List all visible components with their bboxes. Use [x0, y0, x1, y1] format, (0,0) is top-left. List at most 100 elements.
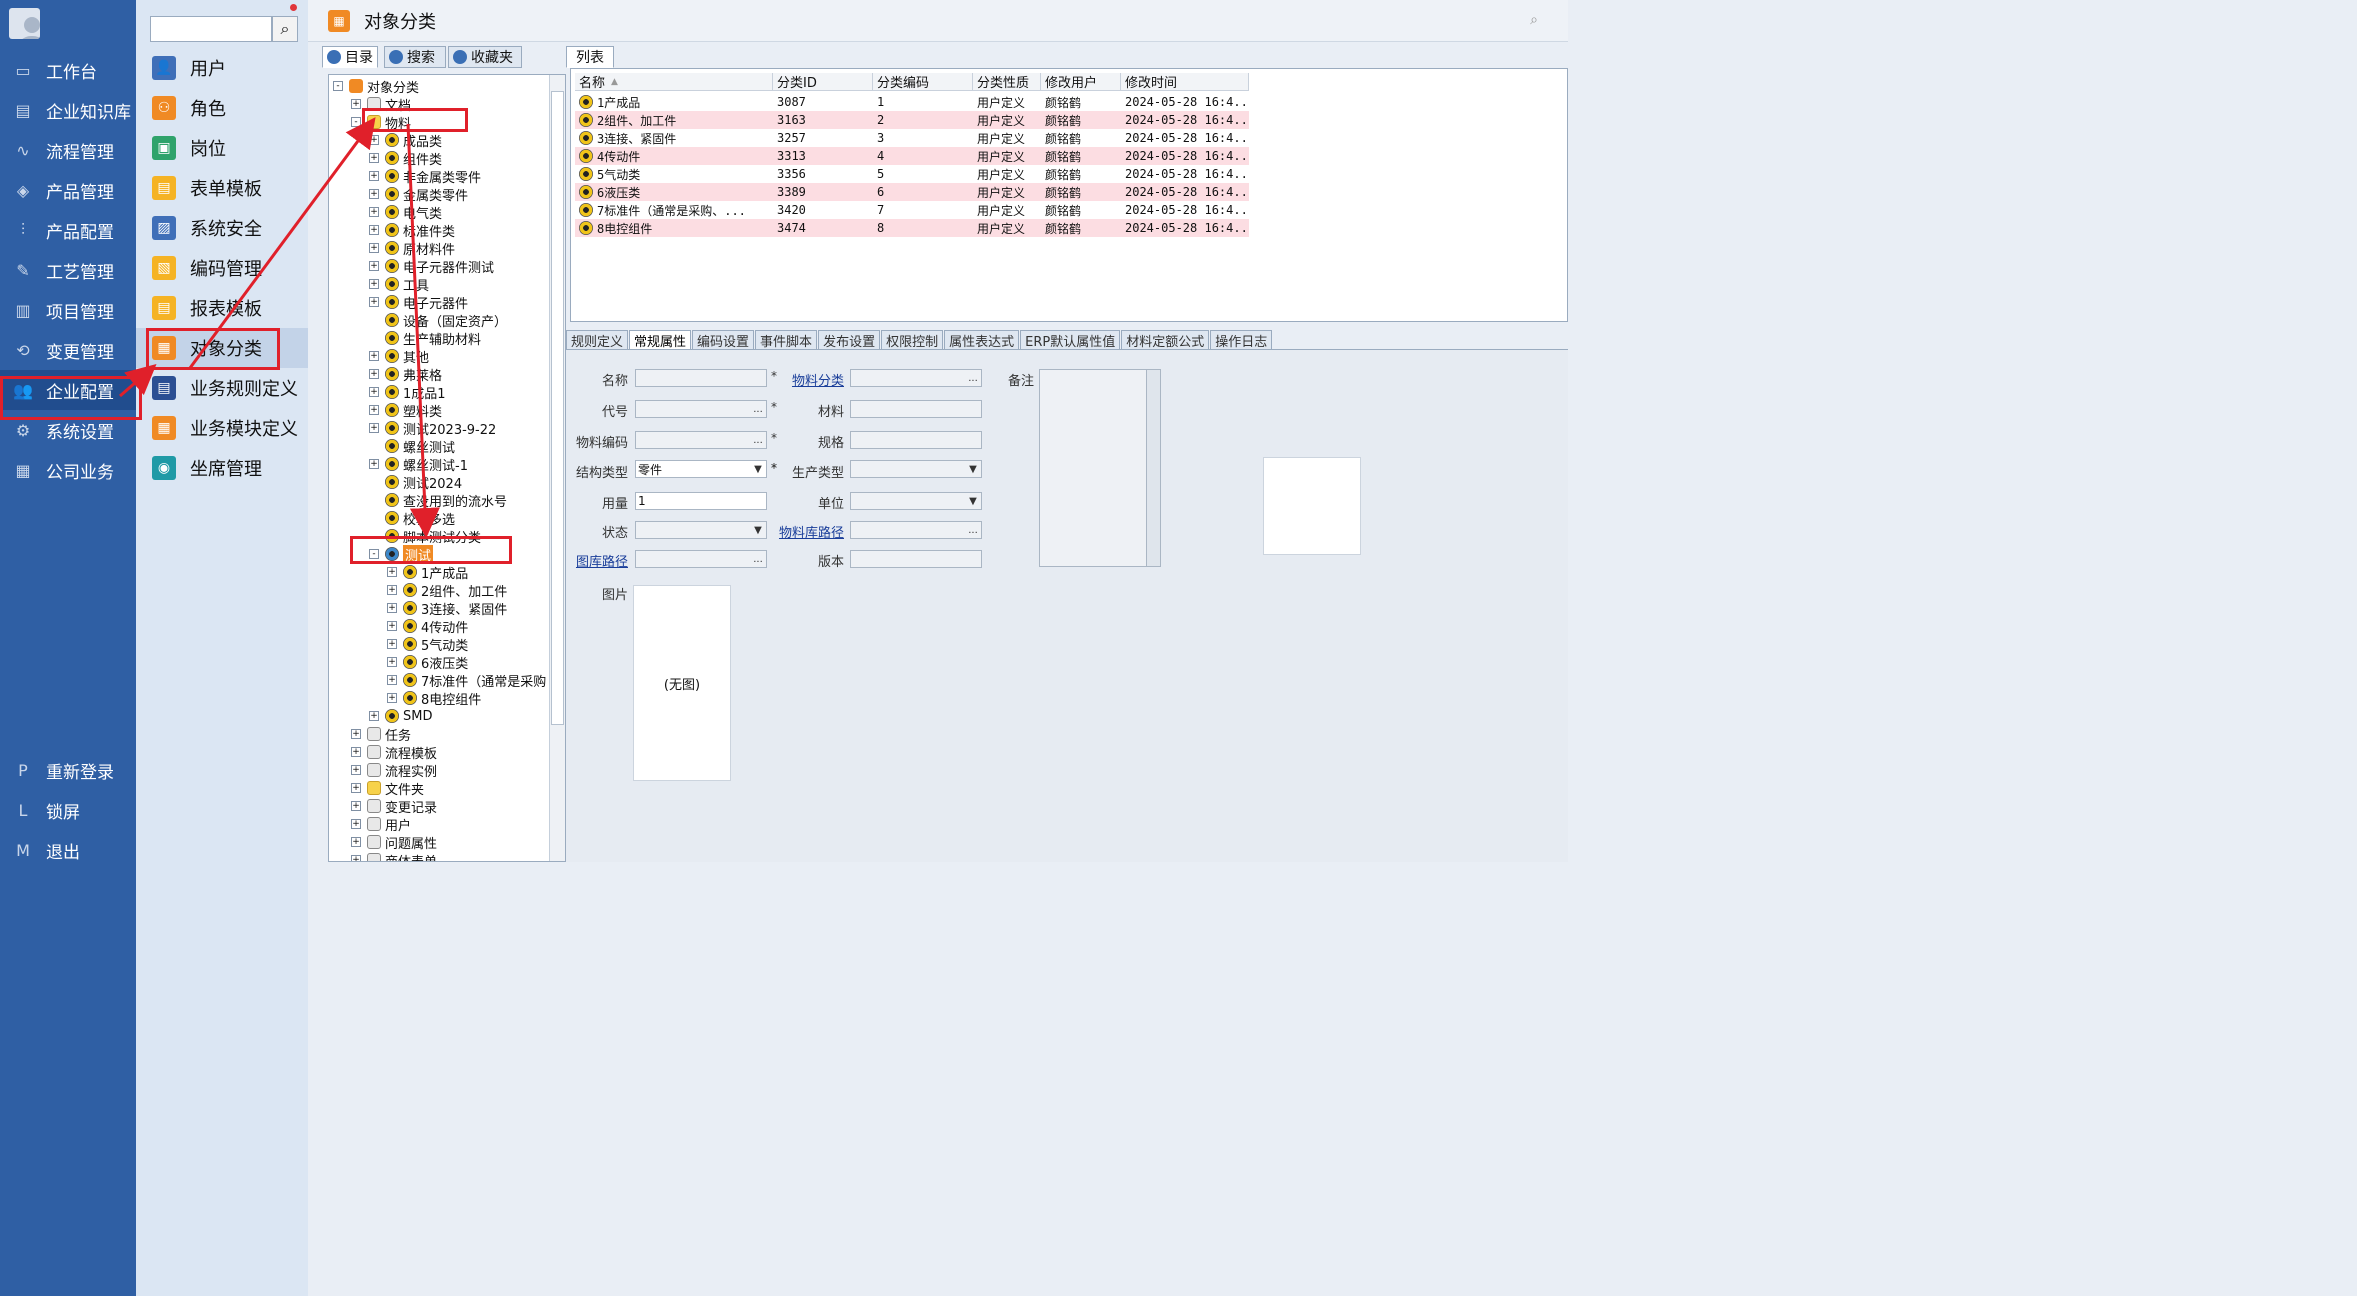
tree-node[interactable]: + 文档: [351, 95, 411, 114]
nav-bottom-item-1[interactable]: L 锁屏: [0, 790, 136, 830]
nav-item-10[interactable]: ▦ 公司业务: [0, 450, 136, 490]
subnav-item-5[interactable]: ▧ 编码管理: [136, 248, 308, 288]
expand-icon[interactable]: +: [387, 585, 397, 595]
tree-tab-2[interactable]: 收藏夹: [448, 46, 522, 68]
subnav-item-8[interactable]: ▤ 业务规则定义: [136, 368, 308, 408]
expand-icon[interactable]: +: [369, 387, 379, 397]
tree-node[interactable]: - 物料: [351, 113, 411, 132]
tree-node[interactable]: + 电子元器件测试: [369, 257, 494, 276]
prop-tab-1[interactable]: 常规属性: [629, 330, 692, 350]
tree-node[interactable]: 查没用到的流水号: [369, 491, 507, 510]
tree-node[interactable]: + 测试2023-9-22: [369, 419, 496, 438]
ellipsis-button[interactable]: ...: [750, 400, 766, 418]
picture-box[interactable]: (无图): [633, 585, 731, 781]
search-icon[interactable]: ⌕: [1530, 12, 1538, 28]
grid-column-header[interactable]: 分类性质: [973, 73, 1041, 90]
tree-node[interactable]: + 电子元器件: [369, 293, 468, 312]
tree-node[interactable]: + 商体表单: [351, 851, 437, 861]
grid-column-header[interactable]: 分类编码: [873, 73, 973, 90]
tree-node[interactable]: 脚本测试分类: [369, 527, 481, 546]
structure-type-select[interactable]: 零件 ▼: [635, 460, 767, 478]
expand-icon[interactable]: +: [369, 459, 379, 469]
material-code-input[interactable]: ...: [635, 431, 767, 449]
table-row[interactable]: 1产成品 3087 1 用户定义 颜铭鹤 2024-05-28 16:4...: [575, 93, 1249, 111]
unit-select[interactable]: ▼: [850, 492, 982, 510]
status-select[interactable]: ▼: [635, 521, 767, 539]
expand-icon[interactable]: +: [369, 225, 379, 235]
expand-icon[interactable]: +: [351, 837, 361, 847]
material-library-path-link[interactable]: 物料库路径: [778, 522, 844, 541]
prop-tab-3[interactable]: 事件脚本: [755, 330, 818, 350]
quantity-input[interactable]: 1: [635, 492, 767, 510]
grid-column-header[interactable]: 修改用户: [1041, 73, 1121, 90]
material-category-input[interactable]: ...: [850, 369, 982, 387]
tree-node[interactable]: +8电控组件: [387, 689, 481, 708]
expand-icon[interactable]: +: [369, 189, 379, 199]
library-path-link[interactable]: 图库路径: [570, 551, 628, 570]
prop-tab-0[interactable]: 规则定义: [566, 330, 629, 350]
subnav-search-input[interactable]: [150, 16, 272, 42]
table-row[interactable]: 2组件、加工件 3163 2 用户定义 颜铭鹤 2024-05-28 16:4...: [575, 111, 1249, 129]
tree-node[interactable]: + 问题属性: [351, 833, 437, 852]
tree-node[interactable]: +3连接、紧固件: [387, 599, 507, 618]
expand-icon[interactable]: +: [387, 657, 397, 667]
spec-input[interactable]: [850, 431, 982, 449]
remark-textarea[interactable]: [1039, 369, 1161, 567]
nav-item-8[interactable]: 👥 企业配置: [0, 370, 136, 410]
tree-node[interactable]: 测试2024: [369, 473, 462, 492]
subnav-item-1[interactable]: ⚇ 角色: [136, 88, 308, 128]
dropdown-arrow-icon[interactable]: ▼: [965, 460, 981, 478]
nav-item-6[interactable]: ▥ 项目管理: [0, 290, 136, 330]
dropdown-arrow-icon[interactable]: ▼: [965, 492, 981, 510]
subnav-item-4[interactable]: ▨ 系统安全: [136, 208, 308, 248]
tree-node[interactable]: + 螺丝测试-1: [369, 455, 468, 474]
dropdown-arrow-icon[interactable]: ▼: [750, 460, 766, 478]
expand-icon[interactable]: +: [369, 153, 379, 163]
tree-node[interactable]: 校验多选: [369, 509, 455, 528]
tree-node[interactable]: - 对象分类: [333, 77, 419, 96]
expand-icon[interactable]: +: [387, 639, 397, 649]
version-input[interactable]: [850, 550, 982, 568]
tree-node[interactable]: + 文件夹: [351, 779, 424, 798]
tree-node[interactable]: + 任务: [351, 725, 411, 744]
expand-icon[interactable]: +: [369, 369, 379, 379]
tree-node[interactable]: + 用户: [351, 815, 411, 834]
expand-icon[interactable]: +: [369, 405, 379, 415]
tree-node[interactable]: + 金属类零件: [369, 185, 468, 204]
nav-item-0[interactable]: ▭ 工作台: [0, 50, 136, 90]
expand-icon[interactable]: +: [351, 855, 361, 861]
subnav-item-9[interactable]: ▦ 业务模块定义: [136, 408, 308, 448]
expand-icon[interactable]: +: [369, 423, 379, 433]
expand-icon[interactable]: +: [369, 351, 379, 361]
ellipsis-button[interactable]: ...: [965, 369, 981, 387]
expand-icon[interactable]: +: [369, 207, 379, 217]
table-row[interactable]: 6液压类 3389 6 用户定义 颜铭鹤 2024-05-28 16:4...: [575, 183, 1249, 201]
subnav-item-10[interactable]: ◉ 坐席管理: [136, 448, 308, 488]
tree-node[interactable]: + 弗莱格: [369, 365, 442, 384]
grid-column-header[interactable]: 修改时间: [1121, 73, 1249, 90]
collapse-icon[interactable]: -: [351, 117, 361, 127]
expand-icon[interactable]: +: [351, 783, 361, 793]
collapse-icon[interactable]: -: [369, 549, 379, 559]
expand-icon[interactable]: +: [369, 243, 379, 253]
nav-bottom-item-2[interactable]: M 退出: [0, 830, 136, 870]
tree-node[interactable]: + SMD: [369, 707, 432, 725]
expand-icon[interactable]: +: [387, 621, 397, 631]
table-row[interactable]: 5气动类 3356 5 用户定义 颜铭鹤 2024-05-28 16:4...: [575, 165, 1249, 183]
tree-node[interactable]: + 塑料类: [369, 401, 442, 420]
material-input[interactable]: [850, 400, 982, 418]
tree-node[interactable]: + 原材料件: [369, 239, 455, 258]
expand-icon[interactable]: +: [369, 171, 379, 181]
tree-node[interactable]: +1成品1: [369, 383, 446, 402]
expand-icon[interactable]: +: [369, 279, 379, 289]
expand-icon[interactable]: +: [351, 819, 361, 829]
tree-node[interactable]: + 非金属类零件: [369, 167, 481, 186]
tree-node[interactable]: +7标准件（通常是采购: [387, 671, 546, 690]
prop-tab-9[interactable]: 操作日志: [1210, 330, 1273, 350]
tab-list[interactable]: 列表: [566, 46, 614, 68]
dropdown-arrow-icon[interactable]: ▼: [750, 521, 766, 539]
tree-node[interactable]: 螺丝测试: [369, 437, 455, 456]
subnav-item-3[interactable]: ▤ 表单模板: [136, 168, 308, 208]
expand-icon[interactable]: +: [351, 747, 361, 757]
material-category-link[interactable]: 物料分类: [778, 370, 844, 389]
